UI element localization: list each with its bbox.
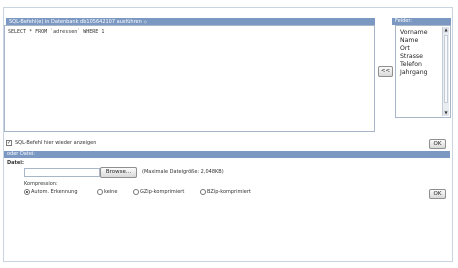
compression-option-label: Autom. Erkennung [31, 189, 78, 195]
sql-ok-button[interactable]: OK [429, 139, 446, 149]
field-item[interactable]: Jahrgang [400, 69, 428, 77]
compression-option-label: GZip-komprimiert [140, 189, 185, 195]
fields-list: Vorname Name Ort Strasse Telefon Jahrgan… [400, 29, 428, 77]
scroll-down-icon[interactable]: ▼ [443, 110, 449, 116]
fields-panel-header: Felder: [392, 18, 451, 25]
compression-option-label: keine [104, 189, 118, 195]
file-panel-title: oder Datei: [7, 151, 35, 157]
show-again-label: SQL-Befehl hier wieder anzeigen [15, 140, 97, 146]
compression-option-label: BZip-komprimiert [207, 189, 251, 195]
fields-scrollbar[interactable]: ▲ ▼ [442, 27, 449, 116]
file-label: Datei: [7, 160, 25, 166]
field-item[interactable]: Name [400, 37, 428, 45]
sql-panel-header: SQL-Befehl(e) in Datenbank db105642107 a… [6, 18, 375, 25]
file-ok-button[interactable]: OK [429, 189, 446, 199]
field-item[interactable]: Ort [400, 45, 428, 53]
compression-radio-gzip[interactable] [133, 189, 139, 195]
browse-button[interactable]: Browse... [100, 167, 137, 178]
max-size-text: (Maximale Dateigröße: 2,048KB) [142, 169, 224, 175]
file-path-input[interactable] [24, 168, 100, 177]
scroll-thumb[interactable] [444, 35, 448, 103]
field-item[interactable]: Telefon [400, 61, 428, 69]
fields-panel-title: Felder: [395, 18, 412, 24]
collapse-arrow-icon[interactable]: ◇ [144, 19, 147, 24]
insert-field-button[interactable]: << [378, 66, 393, 77]
scroll-up-icon[interactable]: ▲ [443, 27, 449, 33]
compression-radio-bzip[interactable] [200, 189, 206, 195]
fields-listbox[interactable]: Vorname Name Ort Strasse Telefon Jahrgan… [395, 25, 451, 118]
show-again-checkbox[interactable]: ✓ [6, 140, 12, 146]
field-item[interactable]: Strasse [400, 53, 428, 61]
compression-label: Kompression: [24, 181, 58, 187]
field-item[interactable]: Vorname [400, 29, 428, 37]
sql-query-textarea[interactable]: SELECT * FROM `adressen` WHERE 1 [4, 25, 375, 132]
compression-radio-auto[interactable] [24, 189, 30, 195]
file-panel-header: oder Datei: [4, 151, 450, 158]
compression-radio-none[interactable] [97, 189, 103, 195]
